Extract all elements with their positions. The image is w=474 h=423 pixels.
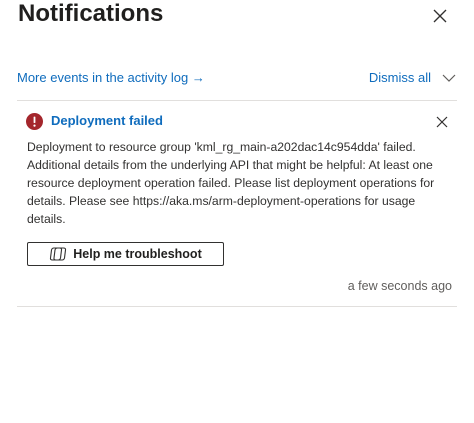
actions-row: More events in the activity log → Dismis… <box>17 68 457 88</box>
divider <box>17 100 457 101</box>
divider <box>17 306 457 307</box>
error-icon <box>26 113 43 130</box>
dismiss-all-button[interactable]: Dismiss all <box>369 68 457 88</box>
close-icon <box>436 116 448 128</box>
close-panel-button[interactable] <box>431 7 449 25</box>
activity-log-link[interactable]: More events in the activity log → <box>17 68 205 88</box>
copilot-icon <box>50 247 67 261</box>
notification-timestamp: a few seconds ago <box>347 279 452 293</box>
close-icon <box>433 9 447 23</box>
help-me-troubleshoot-button[interactable]: Help me troubleshoot <box>27 242 224 266</box>
dismiss-all-label: Dismiss all <box>368 70 431 85</box>
chevron-down-icon <box>442 74 456 82</box>
dismiss-notification-button[interactable] <box>436 115 448 128</box>
notification-title[interactable]: Deployment failed <box>51 112 163 130</box>
help-me-troubleshoot-label: Help me troubleshoot <box>73 247 202 261</box>
notifications-panel: Notifications More events in the activit… <box>0 0 474 423</box>
panel-title: Notifications <box>18 0 164 27</box>
notification-message: Deployment to resource group 'kml_rg_mai… <box>27 140 435 226</box>
